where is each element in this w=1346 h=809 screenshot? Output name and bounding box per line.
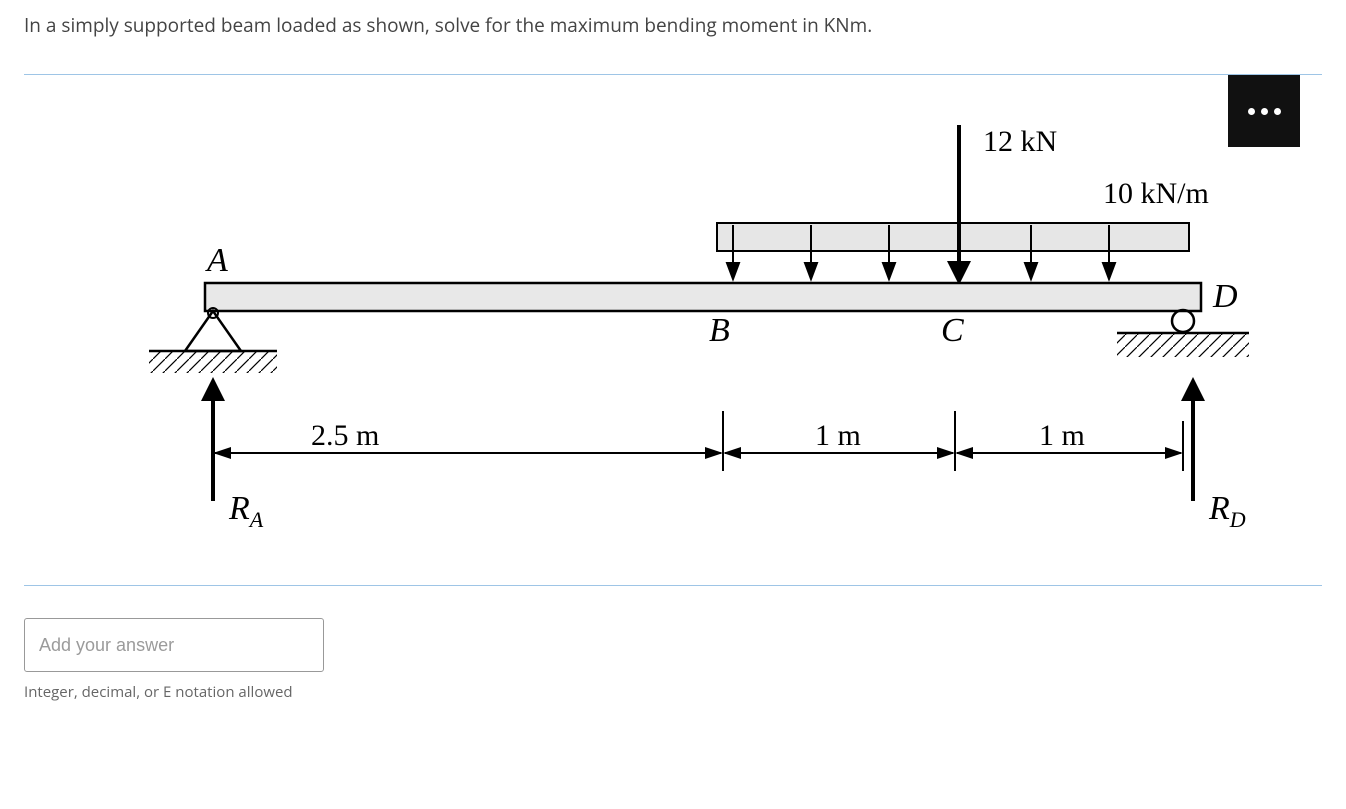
more-options-button[interactable] [1228,75,1300,147]
dim-AB: 2.5 m [311,419,379,452]
dim-BC: 1 m [815,419,861,452]
label-A: A [205,242,228,279]
question-prompt: In a simply supported beam loaded as sho… [24,12,1322,38]
label-C: C [941,312,964,349]
beam-diagram: 10 kN/m 12 kN A B C D RA RD [93,95,1253,555]
ellipsis-icon [1261,108,1268,115]
dim-CD: 1 m [1039,419,1085,452]
divider-bottom [24,585,1322,586]
ellipsis-icon [1248,108,1255,115]
reaction-A: RA [228,490,264,532]
reaction-D: RD [1208,490,1246,532]
ellipsis-icon [1274,108,1281,115]
figure-container: 10 kN/m 12 kN A B C D RA RD [24,75,1322,585]
label-D: D [1212,278,1238,315]
answer-input[interactable] [24,618,324,672]
label-B: B [709,312,730,349]
answer-hint: Integer, decimal, or E notation allowed [24,682,1322,702]
dist-load-label: 10 kN/m [1103,177,1209,210]
point-load-label: 12 kN [983,125,1057,158]
